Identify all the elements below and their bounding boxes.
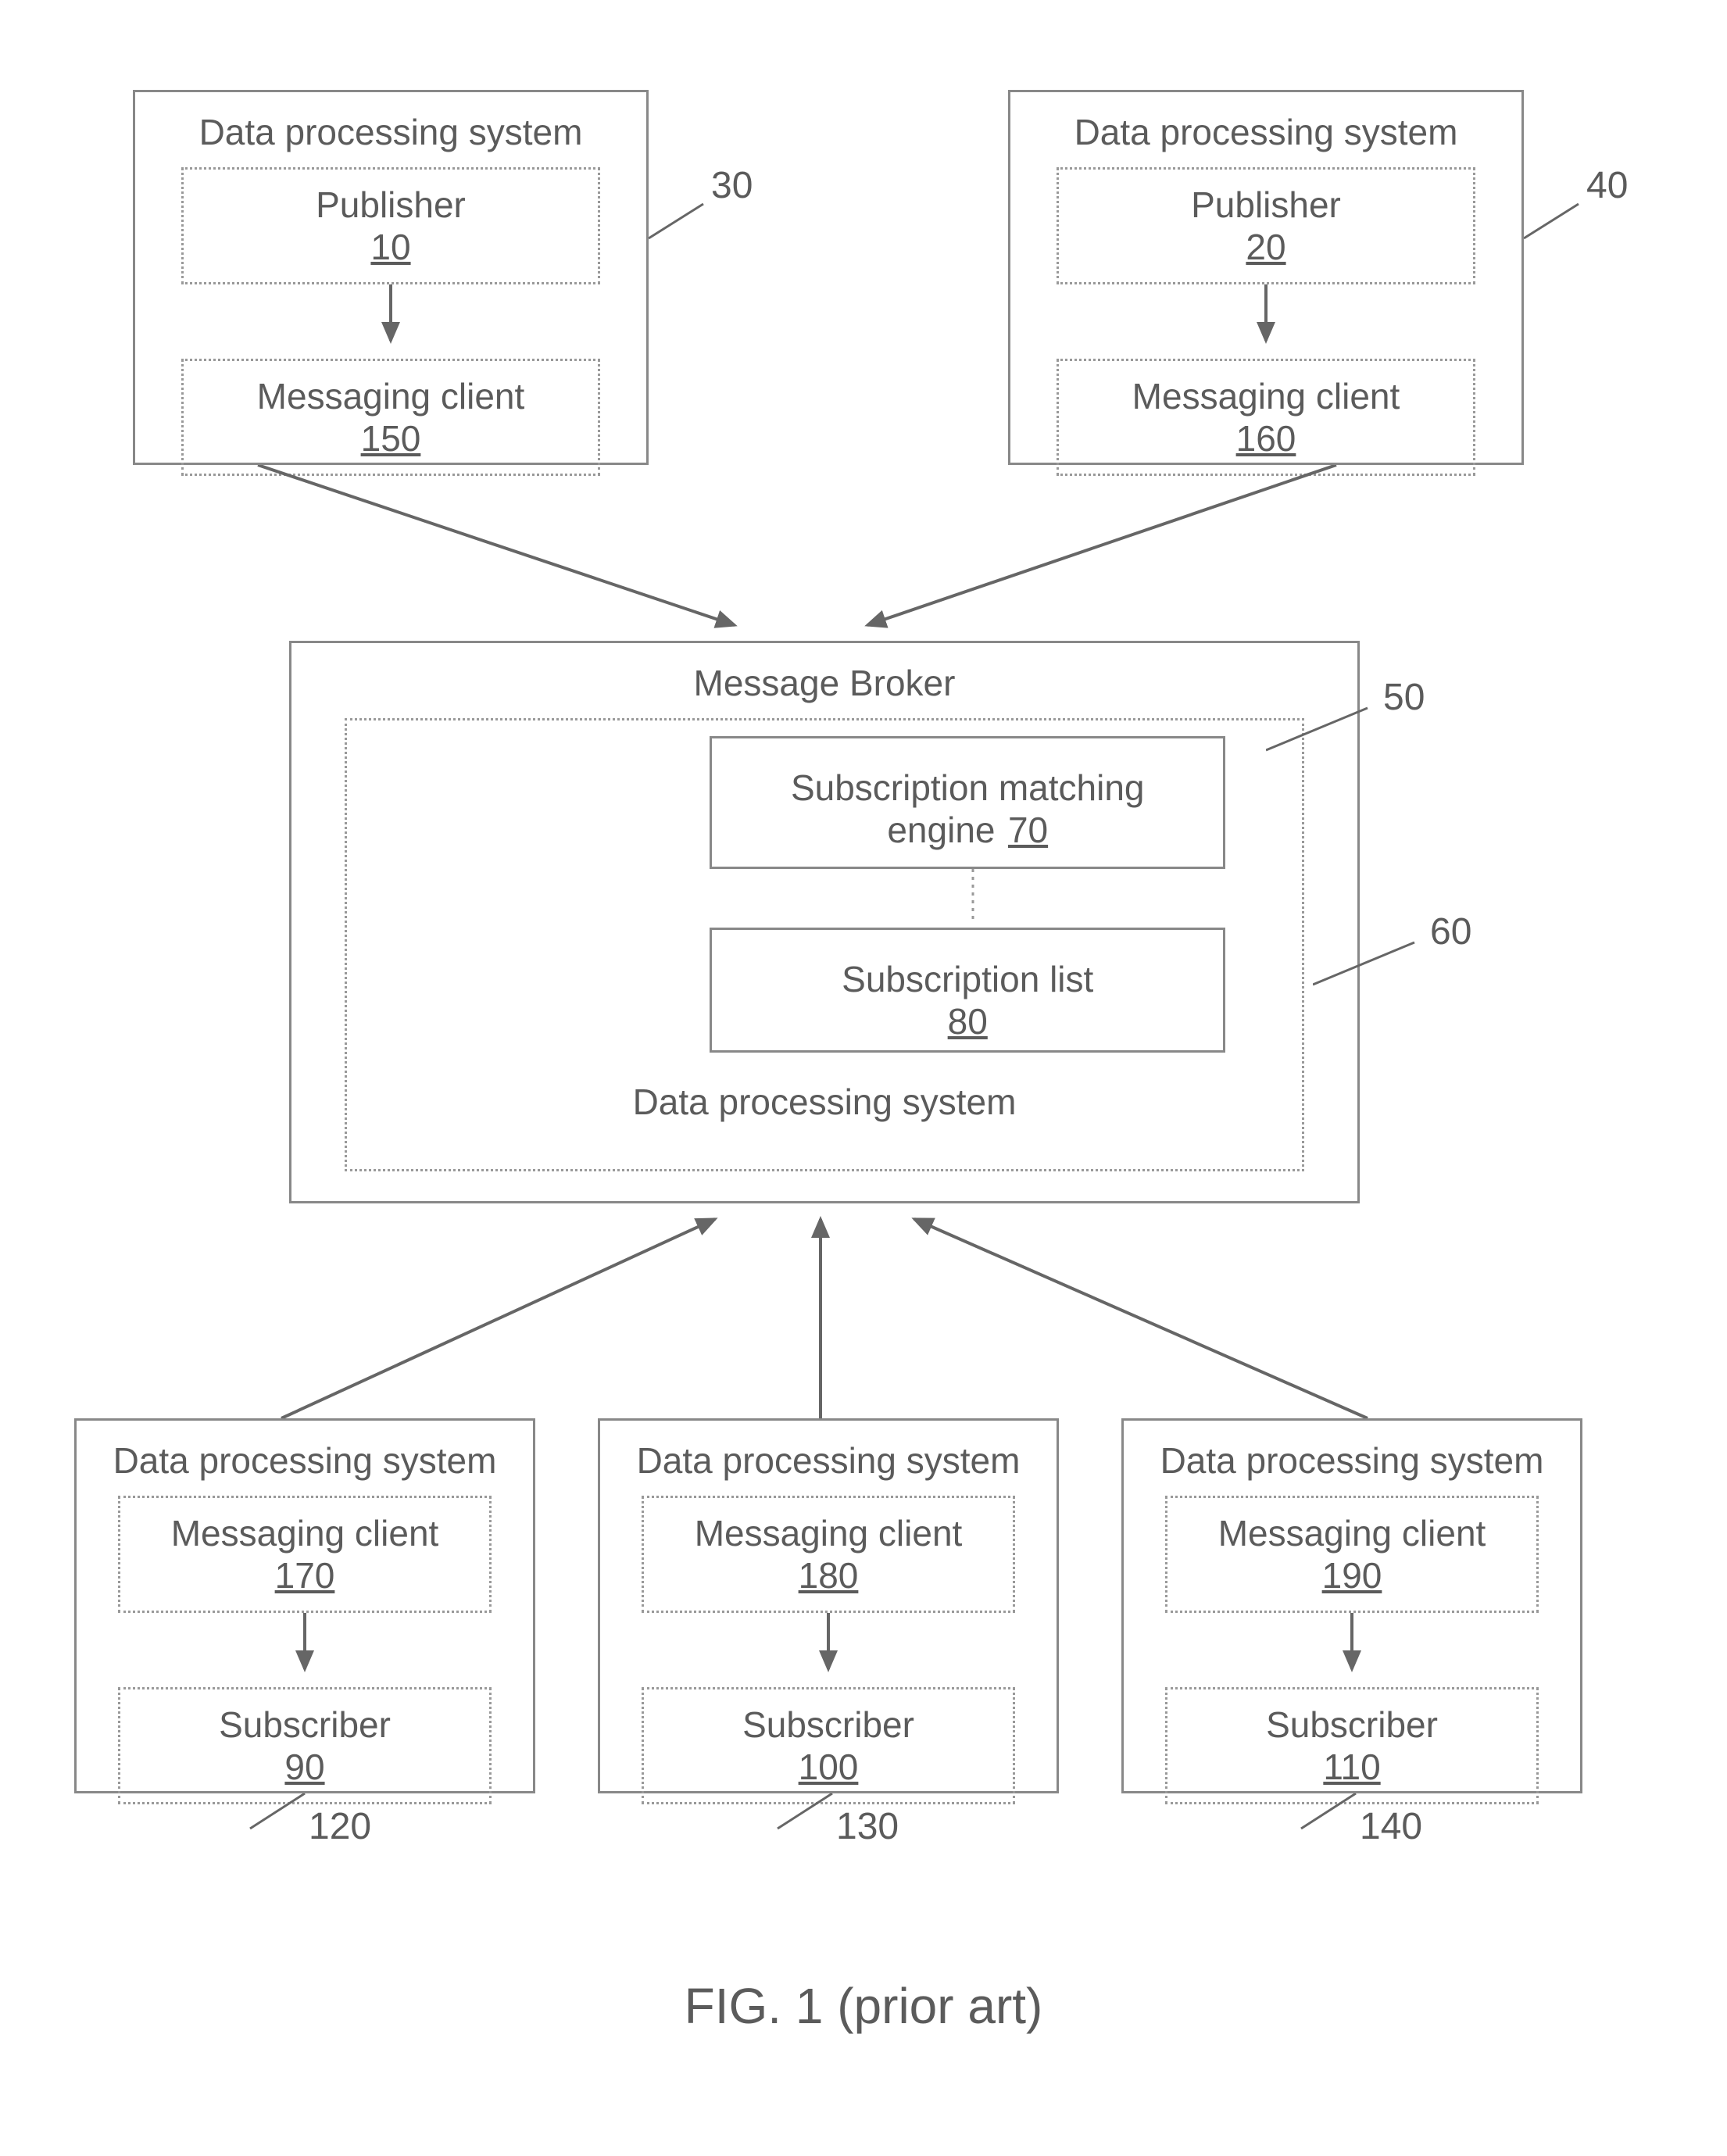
publisher2-mc-box: Messaging client 160 [1057,359,1475,476]
sub3-sub-title: Subscriber [1167,1689,1537,1746]
sl-num: 80 [712,1000,1223,1057]
arrow-mc1-to-sub1 [289,1613,320,1683]
ref-120: 120 [309,1805,371,1848]
sub2-sub-box: Subscriber 100 [642,1687,1016,1804]
figure-caption: FIG. 1 (prior art) [0,1977,1727,2035]
sub1-mc-title: Messaging client [120,1498,490,1554]
sub1-mc-box: Messaging client 170 [118,1496,492,1613]
sub3-mc-num: 190 [1167,1554,1537,1611]
arrow-sub1-to-broker [258,1203,766,1422]
broker-sme-box: Subscription matching engine 70 [710,736,1225,869]
arrow-pub2-to-broker [821,465,1368,645]
sub1-sub-box: Subscriber 90 [118,1687,492,1804]
sme-num: 70 [1008,796,1048,850]
publisher1-box: Data processing system Publisher 10 Mess… [133,90,649,465]
sub3-outer-title: Data processing system [1124,1421,1580,1486]
arrow-pub2-to-mc2 [1250,284,1282,355]
sub3-mc-title: Messaging client [1167,1498,1537,1554]
sub3-mc-box: Messaging client 190 [1165,1496,1539,1613]
publisher2-pub-num: 20 [1059,226,1473,282]
sme-title-line2: engine [887,796,995,850]
sub2-mc-box: Messaging client 180 [642,1496,1016,1613]
broker-box: Message Broker Subscription matching eng… [289,641,1360,1203]
broker-dps-box: Subscription matching engine 70 Subscrip… [345,718,1304,1171]
ref-130: 130 [836,1805,899,1848]
sl-title: Subscription list [712,944,1223,1000]
publisher2-outer-title: Data processing system [1010,92,1521,158]
publisher1-pub-title: Publisher [184,170,598,226]
ref120-leader [219,1793,313,1840]
broker-sl-box: Subscription list 80 [710,928,1225,1053]
sub2-sub-title: Subscriber [644,1689,1014,1746]
publisher1-mc-title: Messaging client [184,361,598,417]
ref140-leader [1270,1793,1364,1840]
publisher1-outer-title: Data processing system [135,92,646,158]
publisher1-mc-box: Messaging client 150 [181,359,600,476]
sub2-box: Data processing system Messaging client … [598,1418,1059,1793]
broker-dps-title: Data processing system [347,1053,1302,1128]
ref-40: 40 [1586,164,1628,207]
publisher1-publisher-box: Publisher 10 [181,167,600,284]
arrow-sub2-to-broker [805,1203,836,1422]
ref-30: 30 [711,164,753,207]
sub1-outer-title: Data processing system [77,1421,533,1486]
arrow-pub1-to-broker [234,465,781,645]
sub2-mc-title: Messaging client [644,1498,1014,1554]
arrow-mc3-to-sub3 [1336,1613,1368,1683]
sub1-mc-num: 170 [120,1554,490,1611]
ref130-leader [746,1793,840,1840]
sub1-sub-title: Subscriber [120,1689,490,1746]
arrow-pub1-to-mc1 [375,284,406,355]
publisher2-publisher-box: Publisher 20 [1057,167,1475,284]
publisher2-box: Data processing system Publisher 20 Mess… [1008,90,1524,465]
ref-140: 140 [1360,1805,1422,1848]
arrow-sub3-to-broker [867,1203,1399,1422]
ref-50: 50 [1383,676,1425,719]
sub3-box: Data processing system Messaging client … [1121,1418,1582,1793]
sub1-box: Data processing system Messaging client … [74,1418,535,1793]
ref-60: 60 [1430,910,1471,953]
publisher2-mc-title: Messaging client [1059,361,1473,417]
publisher1-pub-num: 10 [184,226,598,282]
sub2-mc-num: 180 [644,1554,1014,1611]
arrow-mc2-to-sub2 [813,1613,844,1683]
sme-to-sl-line [957,869,989,924]
broker-title: Message Broker [291,643,1357,709]
sub2-outer-title: Data processing system [600,1421,1057,1486]
publisher2-pub-title: Publisher [1059,170,1473,226]
sub3-sub-box: Subscriber 110 [1165,1687,1539,1804]
